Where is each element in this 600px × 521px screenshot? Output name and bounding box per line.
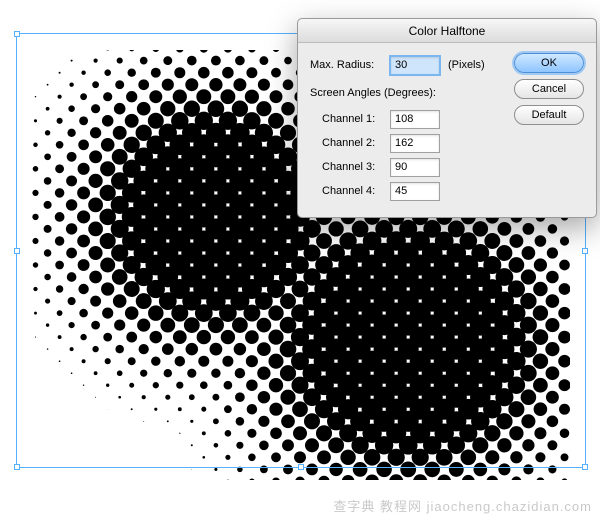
max-radius-unit: (Pixels) — [448, 59, 485, 71]
channel-2-label: Channel 2: — [310, 137, 390, 149]
dialog-body: Max. Radius: (Pixels) Screen Angles (Deg… — [298, 43, 596, 217]
screen-angles-heading: Screen Angles (Degrees): — [310, 87, 436, 99]
channel-3-label: Channel 3: — [310, 161, 390, 173]
resize-handle-ml[interactable] — [14, 248, 20, 254]
resize-handle-tl[interactable] — [14, 31, 20, 37]
channel-3-input[interactable] — [390, 158, 440, 177]
channel-4-input[interactable] — [390, 182, 440, 201]
channel-4-label: Channel 4: — [310, 185, 390, 197]
channel-1-input[interactable] — [390, 110, 440, 129]
resize-handle-mr[interactable] — [582, 248, 588, 254]
max-radius-label: Max. Radius: — [310, 59, 390, 71]
resize-handle-bl[interactable] — [14, 464, 20, 470]
color-halftone-dialog: Color Halftone Max. Radius: (Pixels) Scr… — [297, 18, 597, 218]
max-radius-input[interactable] — [390, 56, 440, 75]
channel-2-input[interactable] — [390, 134, 440, 153]
dialog-title[interactable]: Color Halftone — [298, 19, 596, 43]
resize-handle-bm[interactable] — [298, 464, 304, 470]
ok-button[interactable]: OK — [514, 53, 584, 73]
cancel-button[interactable]: Cancel — [514, 79, 584, 99]
resize-handle-br[interactable] — [582, 464, 588, 470]
channel-1-label: Channel 1: — [310, 113, 390, 125]
default-button[interactable]: Default — [514, 105, 584, 125]
